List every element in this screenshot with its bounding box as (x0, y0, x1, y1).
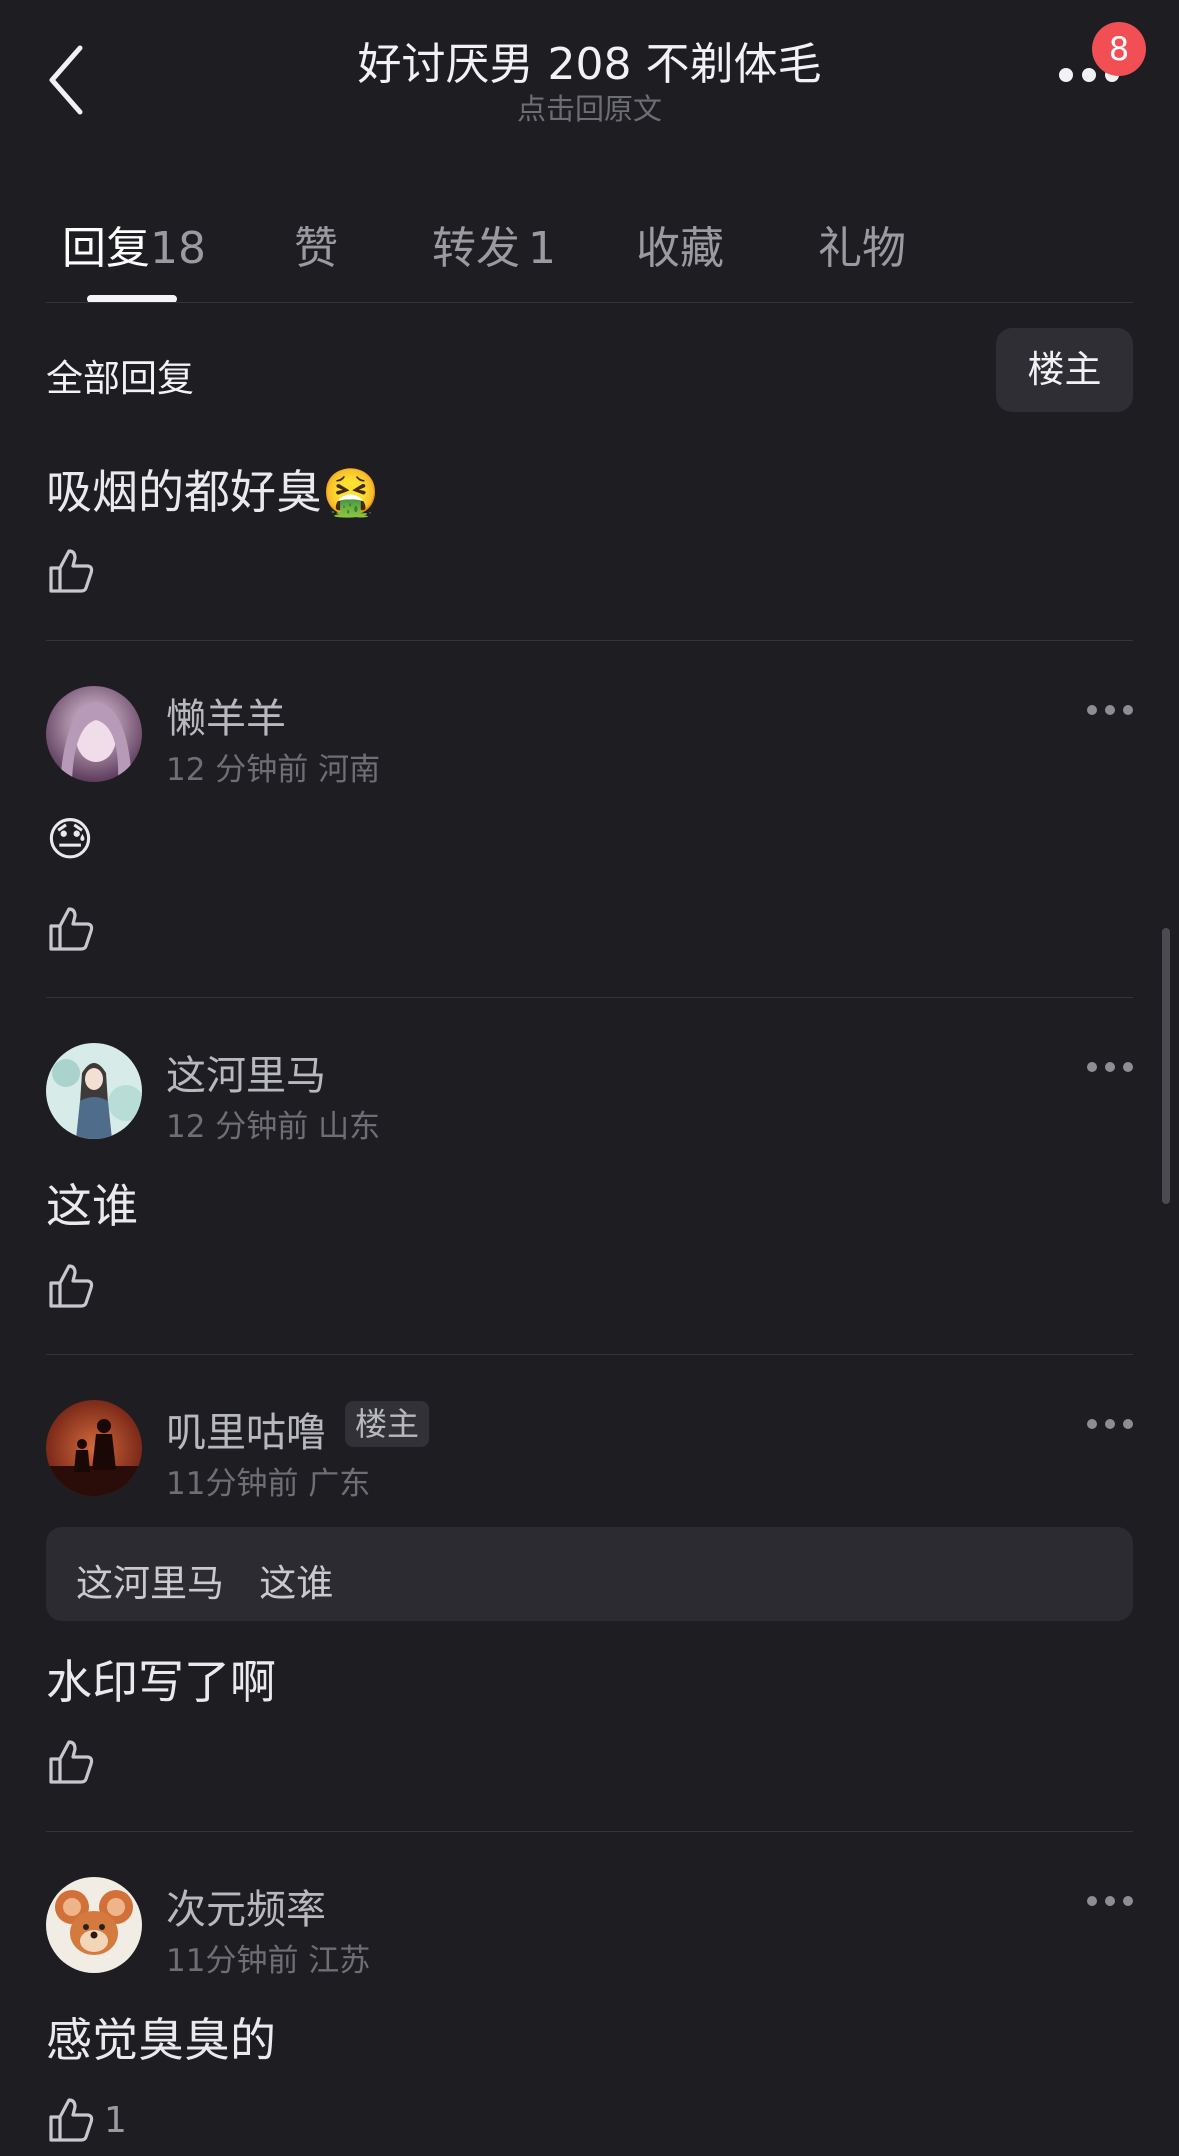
tab-favorites[interactable]: 收藏 (636, 212, 724, 276)
tabs-divider (46, 302, 1133, 303)
thumbs-up-icon[interactable] (46, 904, 96, 954)
back-to-original-link[interactable]: 点击回原文 (0, 86, 1179, 128)
tab-label: 赞 (294, 223, 338, 274)
tab-gifts[interactable]: 礼物 (818, 212, 906, 276)
avatar[interactable] (46, 1043, 142, 1139)
comment-meta: 12 分钟前 山东 (166, 1109, 381, 1145)
comment-more-icon[interactable] (1087, 705, 1133, 717)
comment-meta: 11分钟前 广东 (166, 1466, 371, 1502)
thumbs-up-icon[interactable] (46, 1261, 96, 1311)
tab-label: 收藏 (636, 223, 724, 274)
thumbs-up-icon[interactable] (46, 1737, 96, 1787)
quoted-reply[interactable]: 这河里马 这谁 (46, 1527, 1133, 1621)
comment-divider (46, 1831, 1133, 1832)
comment-text: 这谁 (46, 1179, 138, 1233)
thumbs-up-icon[interactable] (46, 546, 96, 596)
comment-divider (46, 997, 1133, 998)
avatar[interactable] (46, 1400, 142, 1496)
tab-count: 18 (150, 223, 206, 274)
thumbs-up-icon[interactable] (46, 2095, 96, 2145)
tab-count: 1 (528, 223, 556, 274)
notification-badge: 8 (1092, 22, 1146, 76)
comment-text: 水印写了啊 (46, 1655, 276, 1709)
comment-meta: 11分钟前 江苏 (166, 1943, 371, 1979)
quoted-reply-text: 这河里马 这谁 (76, 1562, 334, 1605)
comment-divider (46, 1354, 1133, 1355)
comment-divider (46, 640, 1133, 641)
tab-label: 回复 (62, 223, 150, 274)
comment-text: 感觉臭臭的 (46, 2013, 276, 2067)
comment-more-icon[interactable] (1087, 1896, 1133, 1908)
tab-label: 礼物 (818, 223, 906, 274)
username[interactable]: 这河里马 (166, 1043, 326, 1101)
tab-reposts[interactable]: 转发 1 (432, 212, 556, 276)
tab-likes[interactable]: 赞 (294, 212, 338, 276)
comment-text: 吸烟的都好臭🤮 (46, 465, 380, 519)
comment-text: 😓 (46, 812, 94, 866)
section-title: 全部回复 (46, 357, 194, 400)
username[interactable]: 懒羊羊 (166, 686, 286, 744)
username[interactable]: 次元频率 (166, 1877, 326, 1935)
tab-label: 转发 (432, 223, 520, 274)
owner-tag: 楼主 (345, 1401, 430, 1447)
scrollbar[interactable] (1162, 928, 1170, 1204)
comment-meta: 12 分钟前 河南 (166, 752, 381, 788)
comment-more-icon[interactable] (1087, 1062, 1133, 1074)
tab-replies[interactable]: 回复18 (62, 212, 206, 276)
comment-more-icon[interactable] (1087, 1419, 1133, 1431)
page-title[interactable]: 好讨厌男 208 不剃体毛 (0, 28, 1179, 92)
owner-filter-button[interactable]: 楼主 (996, 328, 1133, 412)
avatar[interactable] (46, 1877, 142, 1973)
like-count: 1 (104, 2100, 127, 2141)
avatar[interactable] (46, 686, 142, 782)
username[interactable]: 叽里咕噜 (166, 1400, 326, 1458)
